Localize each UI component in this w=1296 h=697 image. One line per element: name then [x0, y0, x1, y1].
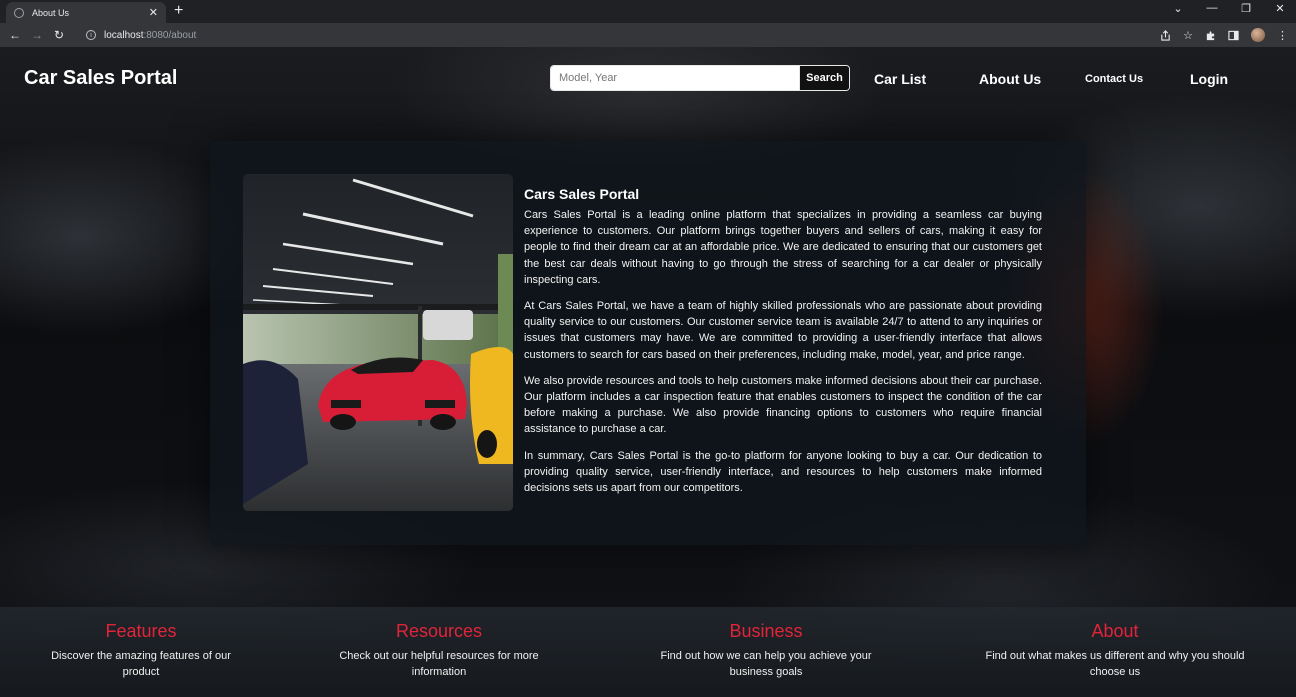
about-title: Cars Sales Portal [524, 186, 640, 202]
close-icon[interactable]: ✕ [149, 6, 158, 19]
search-form: Search [550, 65, 850, 91]
about-paragraph-3: We also provide resources and tools to h… [524, 374, 1042, 436]
about-paragraph-1: Cars Sales Portal is a leading online pl… [524, 209, 1042, 286]
footer: Features Discover the amazing features o… [0, 607, 1296, 697]
nav-link-about-us[interactable]: About Us [979, 71, 1041, 87]
footer-resources-desc: Check out our helpful resources for more… [339, 650, 539, 678]
search-button[interactable]: Search [799, 66, 849, 90]
footer-business-desc: Find out how we can help you achieve you… [660, 650, 872, 678]
footer-about-title[interactable]: About [982, 621, 1248, 642]
tab-title: About Us [32, 7, 70, 18]
extensions-icon[interactable] [1205, 30, 1216, 41]
info-icon[interactable]: i [86, 30, 96, 40]
window-close-icon[interactable]: ✕ [1274, 2, 1286, 15]
page: Car Sales Portal Search Car List About U… [0, 47, 1296, 697]
footer-features: Features Discover the amazing features o… [46, 621, 236, 680]
browser-tab[interactable]: About Us ✕ [6, 2, 166, 23]
about-card: Cars Sales Portal Cars Sales Portal is a… [210, 141, 1086, 545]
brand-logo[interactable]: Car Sales Portal [24, 67, 177, 90]
profile-avatar[interactable] [1251, 28, 1265, 42]
reload-icon[interactable]: ↻ [48, 28, 70, 42]
url-field[interactable]: localhost:8080/about [104, 30, 196, 41]
about-paragraph-4: In summary, Cars Sales Portal is the go-… [524, 449, 1042, 495]
back-arrow-icon[interactable]: ← [4, 28, 26, 42]
nav-link-car-list[interactable]: Car List [874, 71, 926, 87]
forward-arrow-icon[interactable]: → [26, 28, 48, 42]
share-icon[interactable] [1160, 29, 1171, 41]
side-panel-icon[interactable] [1228, 30, 1239, 41]
address-bar: ← → ↻ i localhost:8080/about ☆ ⋮ [0, 23, 1296, 47]
browser-tab-strip: About Us ✕ + ⌄ — ❐ ✕ [0, 0, 1296, 23]
url-host: localhost [104, 29, 144, 41]
footer-resources-title[interactable]: Resources [336, 621, 542, 642]
nav-link-contact-us[interactable]: Contact Us [1085, 73, 1143, 85]
globe-icon [14, 7, 24, 18]
restore-icon[interactable]: ❐ [1240, 2, 1252, 15]
footer-about-desc: Find out what makes us different and why… [985, 650, 1245, 678]
footer-business: Business Find out how we can help you ac… [656, 621, 876, 680]
nav-link-login[interactable]: Login [1190, 71, 1228, 87]
minimize-icon[interactable]: — [1206, 2, 1218, 15]
chevron-down-icon[interactable]: ⌄ [1172, 2, 1184, 15]
menu-kebab-icon[interactable]: ⋮ [1277, 29, 1288, 42]
about-content: Cars Sales Portal Cars Sales Portal is a… [524, 186, 1042, 506]
showroom-photo [243, 174, 513, 511]
search-input[interactable] [551, 66, 799, 90]
about-paragraph-2: At Cars Sales Portal, we have a team of … [524, 300, 1042, 361]
star-icon[interactable]: ☆ [1183, 29, 1193, 42]
window-controls: ⌄ — ❐ ✕ [1172, 2, 1286, 15]
footer-features-title[interactable]: Features [46, 621, 236, 642]
plus-icon[interactable]: + [174, 2, 183, 20]
footer-features-desc: Discover the amazing features of our pro… [51, 650, 231, 678]
footer-business-title[interactable]: Business [656, 621, 876, 642]
footer-about: About Find out what makes us different a… [982, 621, 1248, 680]
footer-resources: Resources Check out our helpful resource… [336, 621, 542, 680]
url-path: :8080/about [143, 29, 197, 41]
